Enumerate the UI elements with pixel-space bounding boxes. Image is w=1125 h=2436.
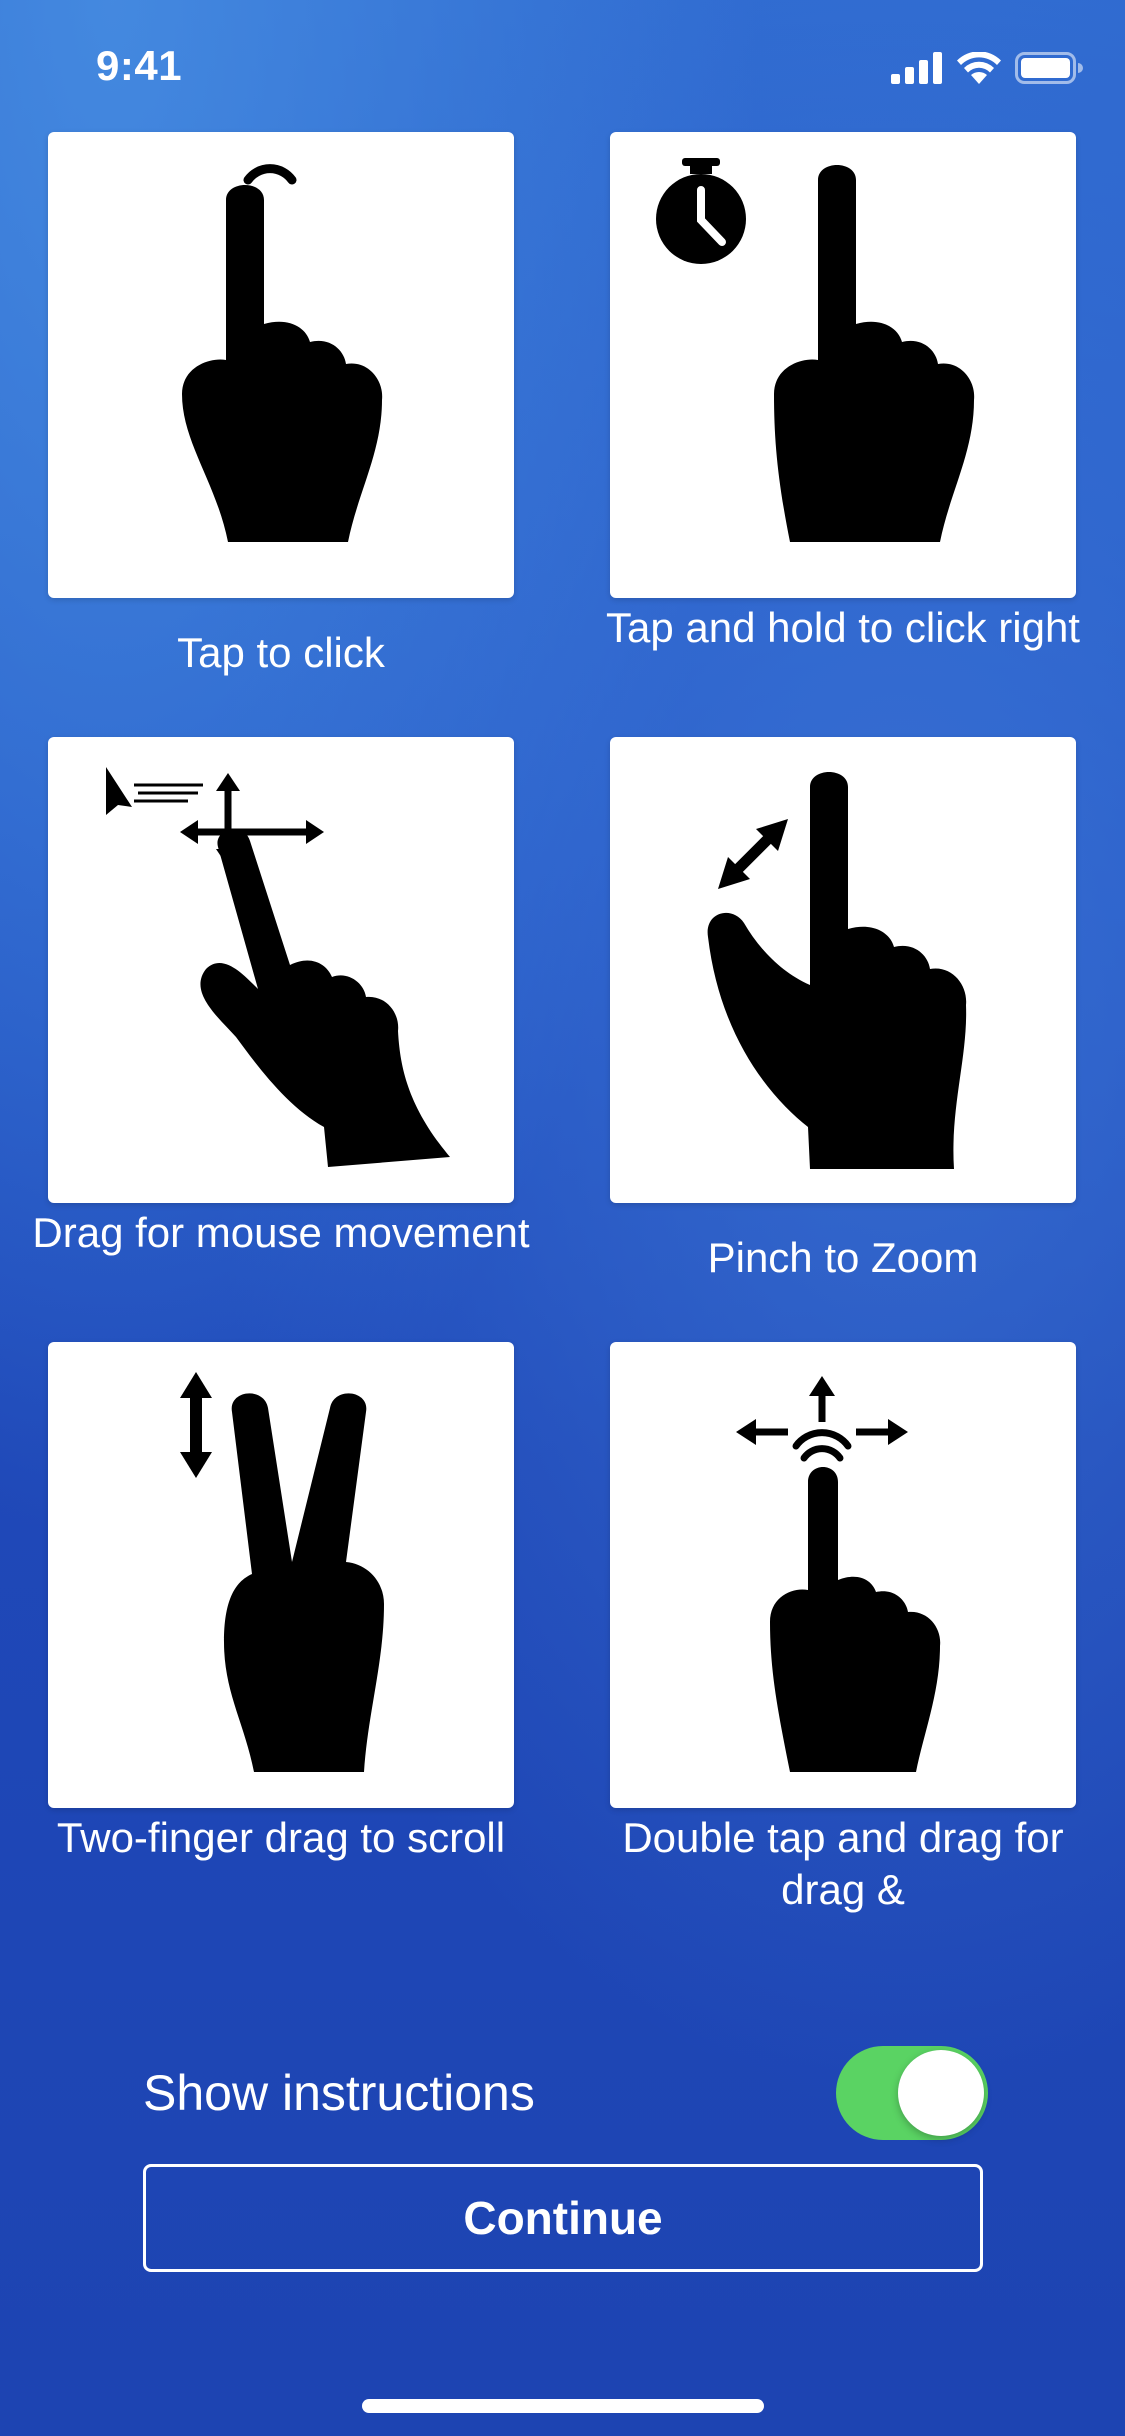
gesture-card-tap-and-hold [610, 132, 1076, 598]
gesture-caption: Drag for mouse movement [32, 1209, 530, 1256]
show-instructions-label: Show instructions [143, 2065, 535, 2121]
cellular-signal-icon [891, 52, 942, 84]
gesture-caption: Tap and hold to click right [606, 604, 1080, 651]
gesture-card-two-finger-scroll [48, 1342, 514, 1808]
toggle-knob [898, 2050, 984, 2136]
gesture-card-pinch [610, 737, 1076, 1203]
show-instructions-toggle[interactable] [836, 2046, 988, 2140]
double-tap-drag-hand-icon [736, 1376, 941, 1772]
double-tap-arcs-icon [792, 1429, 852, 1462]
gesture-card-tap [48, 132, 514, 598]
vertical-arrows-icon [180, 1372, 212, 1478]
gesture-card-drag [48, 737, 514, 1203]
gesture-caption: Double tap and drag for drag & [622, 1814, 1064, 1913]
drag-hand-icon [106, 767, 450, 1167]
tap-and-hold-hand-icon [656, 158, 975, 542]
status-icons [891, 52, 1083, 84]
tap-hand-icon [182, 164, 383, 542]
continue-button[interactable]: Continue [143, 2164, 983, 2272]
gesture-caption: Two-finger drag to scroll [56, 1814, 506, 1861]
two-finger-scroll-hand-icon [180, 1372, 384, 1772]
home-indicator[interactable] [362, 2399, 764, 2413]
mouse-pointer-icon [106, 767, 203, 815]
gesture-caption: Tap to click [177, 629, 385, 676]
battery-icon [1015, 52, 1083, 84]
wifi-icon [957, 52, 1001, 84]
status-time: 9:41 [96, 42, 183, 89]
pinch-hand-icon [707, 772, 967, 1169]
stopwatch-icon [656, 158, 746, 264]
diagonal-arrow-icon [718, 819, 788, 889]
gesture-caption: Pinch to Zoom [707, 1234, 979, 1281]
gesture-card-double-tap-drag [610, 1342, 1076, 1808]
